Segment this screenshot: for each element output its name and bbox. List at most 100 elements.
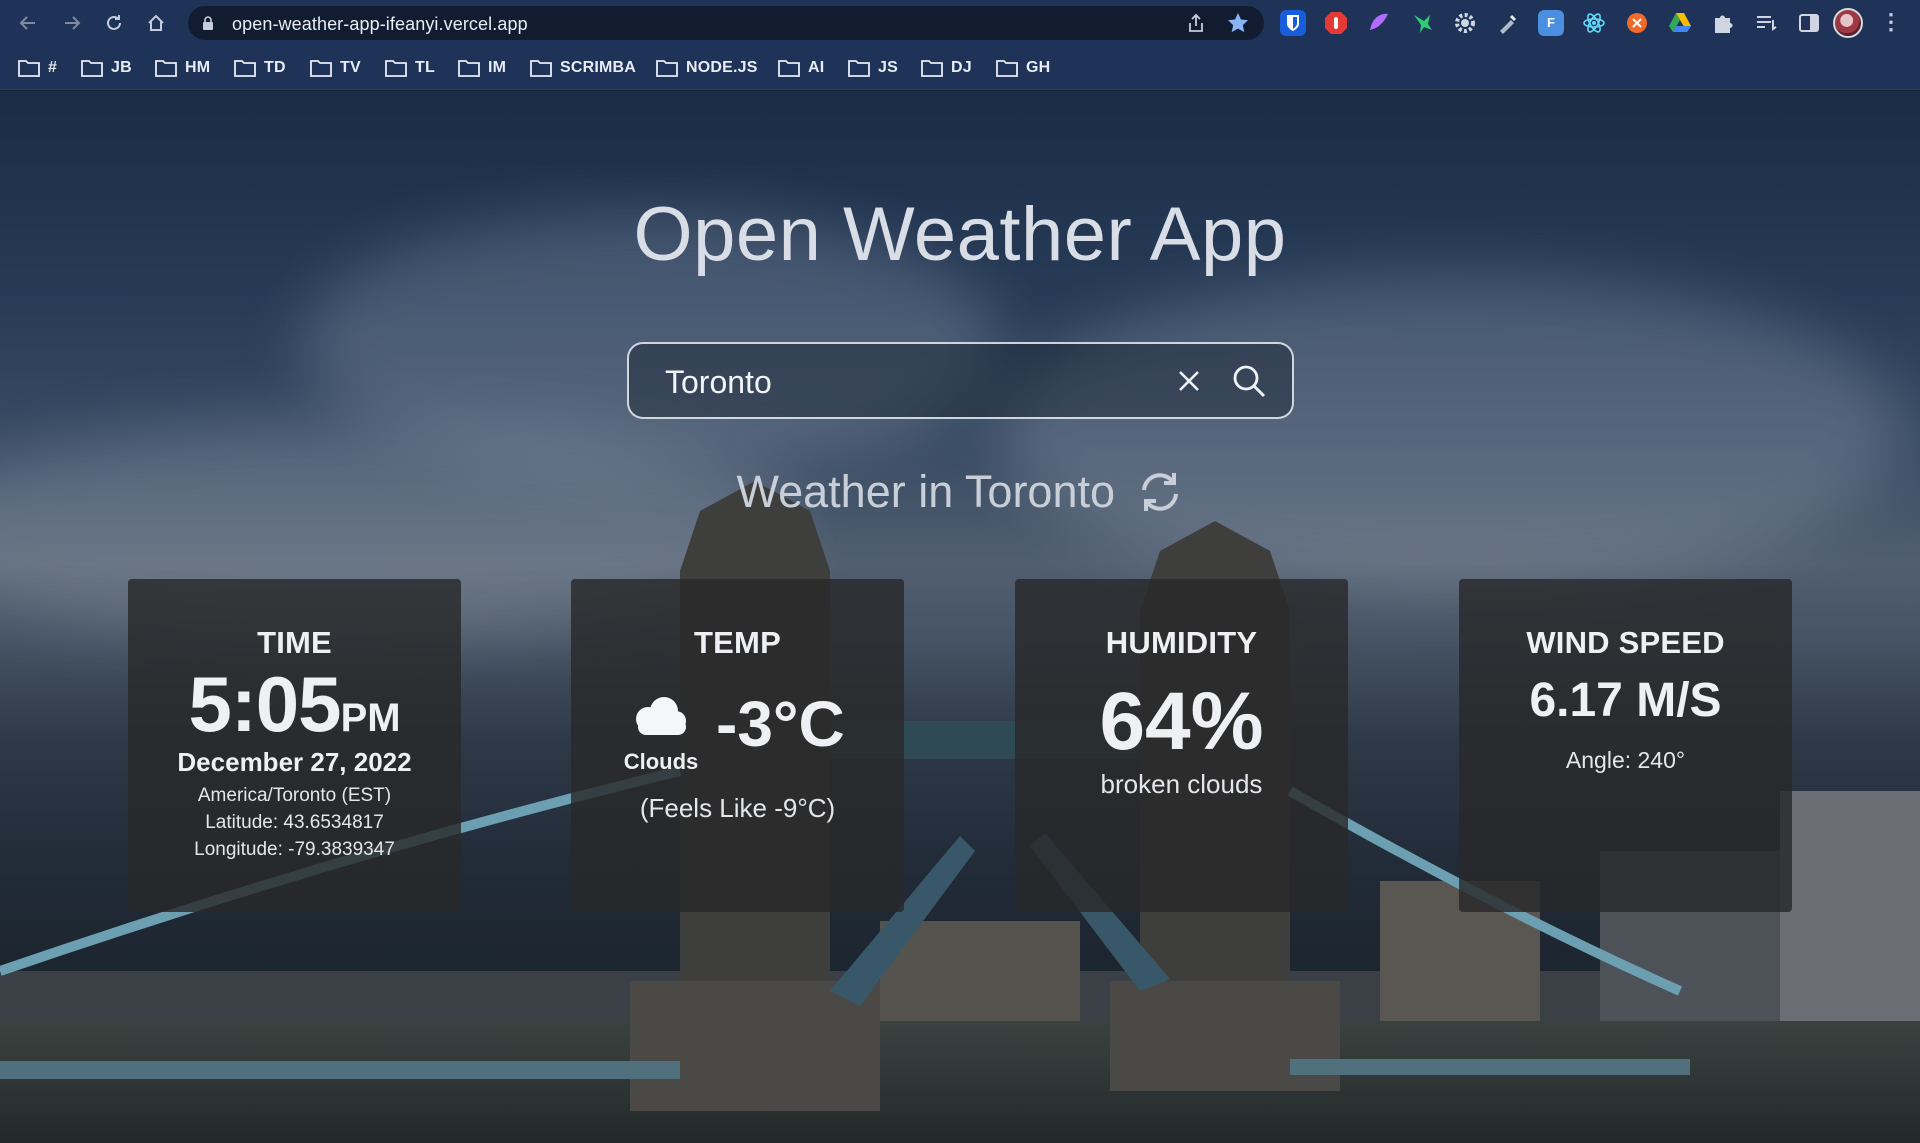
weather-description: broken clouds [1100,769,1263,799]
pomodoro-icon[interactable] [1624,10,1650,36]
bookmark-label: GH [1026,59,1051,76]
bookmark-label: NODE.JS [686,59,758,76]
city-search-input[interactable] [665,360,1145,404]
gear-icon[interactable] [1452,10,1478,36]
bookmark-folder[interactable]: NODE.JS [656,56,758,80]
google-drive-icon[interactable] [1667,10,1693,36]
eyedropper-icon[interactable] [1495,10,1521,36]
reload-button[interactable] [100,9,128,37]
bookmark-folder[interactable]: # [18,56,57,80]
bookmark-label: # [48,59,58,76]
time-ampm: PM [340,696,401,740]
wind-speed-value: 6.17 M/S [1529,674,1722,727]
temp-card: TEMP Clouds -3°C (Feels Like -9°C) [571,579,904,912]
wind-card: WIND SPEED 6.17 M/S Angle: 240° [1459,579,1792,912]
temperature-value: -3°C [716,688,845,760]
folder-icon [848,60,870,77]
feels-like: (Feels Like -9°C) [639,793,836,823]
browser-menu-icon[interactable]: ⋮ [1880,10,1902,36]
bookmark-folder[interactable]: SCRIMBA [530,56,636,80]
bookmark-star-icon[interactable] [1226,11,1250,35]
bookmark-label: SCRIMBA [560,59,637,76]
local-date: December 27, 2022 [177,747,412,777]
arrow-right-icon [65,16,81,30]
side-panel-icon[interactable] [1796,10,1822,36]
bookmarks-bar: # JB HM TD TV TL IM SCRIMBA NODE.JS AI JS DJ GH [0,56,1920,80]
folder-icon [921,60,943,77]
forward-button[interactable] [58,9,86,37]
bookmark-folder[interactable]: JB [81,56,132,80]
bookmark-label: HM [185,59,211,76]
profile-avatar[interactable] [1833,8,1863,38]
folder-icon [234,60,256,77]
time-label: TIME [257,625,332,660]
wave-icon[interactable] [1366,10,1392,36]
weather-heading-text: Weather in Toronto [736,466,1116,518]
puzzle-icon[interactable] [1710,10,1736,36]
reload-icon [107,15,121,30]
longitude: Longitude: -79.3839347 [194,839,395,860]
font-icon[interactable]: F [1538,10,1564,36]
bookmark-label: TV [340,59,361,76]
weather-condition: Clouds [623,749,699,774]
bookmark-label: AI [808,59,825,76]
bookmark-label: TL [415,59,435,76]
search-bar [627,342,1294,419]
temp-label: TEMP [694,625,781,660]
bookmark-folder[interactable]: DJ [921,56,972,80]
clear-icon[interactable] [1174,366,1204,396]
home-icon [148,14,164,31]
bookmark-folder[interactable]: HM [155,56,210,80]
local-time: 5:05PM [128,659,461,750]
bookmark-folder[interactable]: GH [996,56,1050,80]
folder-icon [996,60,1018,77]
search-icon[interactable] [1230,362,1268,400]
url-text: open-weather-app-ifeanyi.vercel.app [232,14,528,34]
share-icon[interactable] [1186,13,1206,33]
wind-label: WIND SPEED [1526,625,1725,660]
folder-icon [155,60,177,77]
humidity-card: HUMIDITY 64% broken clouds [1015,579,1348,912]
humidity-label: HUMIDITY [1105,625,1258,660]
bookmark-folder[interactable]: TL [385,56,435,80]
humidity-value: 64% [1099,676,1264,767]
folder-icon [778,60,800,77]
time-value: 5:05 [188,660,341,748]
arrow-left-icon [19,16,35,30]
address-bar[interactable]: open-weather-app-ifeanyi.vercel.app [188,6,1264,40]
adblock-icon[interactable] [1323,10,1349,36]
weather-app-page: Open Weather App Weather in Toronto TIME… [0,91,1920,1143]
weather-heading: Weather in Toronto [0,463,1920,518]
bookmark-folder[interactable]: JS [848,56,898,80]
hummingbird-icon[interactable] [1409,10,1435,36]
folder-icon [385,60,407,77]
bookmark-folder[interactable]: TD [234,56,286,80]
bookmark-folder[interactable]: IM [458,56,506,80]
folder-icon [310,60,332,77]
reading-list-icon[interactable] [1753,10,1779,36]
lock-icon [203,16,213,30]
bitwarden-icon[interactable] [1280,10,1306,36]
folder-icon [530,60,552,77]
time-card: TIME 5:05PM December 27, 2022 America/To… [128,579,461,912]
back-button[interactable] [14,9,42,37]
bookmark-label: IM [488,59,507,76]
browser-toolbar: open-weather-app-ifeanyi.vercel.app F ⋮ [0,0,1920,46]
folder-icon [18,60,40,77]
bookmark-folder[interactable]: TV [310,56,361,80]
folder-icon [656,60,678,77]
browser-chrome: open-weather-app-ifeanyi.vercel.app F ⋮ … [0,0,1920,90]
bookmark-label: JS [878,59,898,76]
react-devtools-icon[interactable] [1581,10,1607,36]
bookmark-folder[interactable]: AI [778,56,824,80]
folder-icon [458,60,480,77]
app-title: Open Weather App [633,192,1287,277]
bookmark-label: JB [111,59,132,76]
bookmark-label: DJ [951,59,972,76]
wind-angle: Angle: 240° [1565,747,1686,773]
cloud-icon [636,697,686,735]
latitude: Latitude: 43.6534817 [205,812,384,833]
home-button[interactable] [142,9,170,37]
refresh-icon[interactable] [1136,470,1184,514]
folder-icon [81,60,103,77]
